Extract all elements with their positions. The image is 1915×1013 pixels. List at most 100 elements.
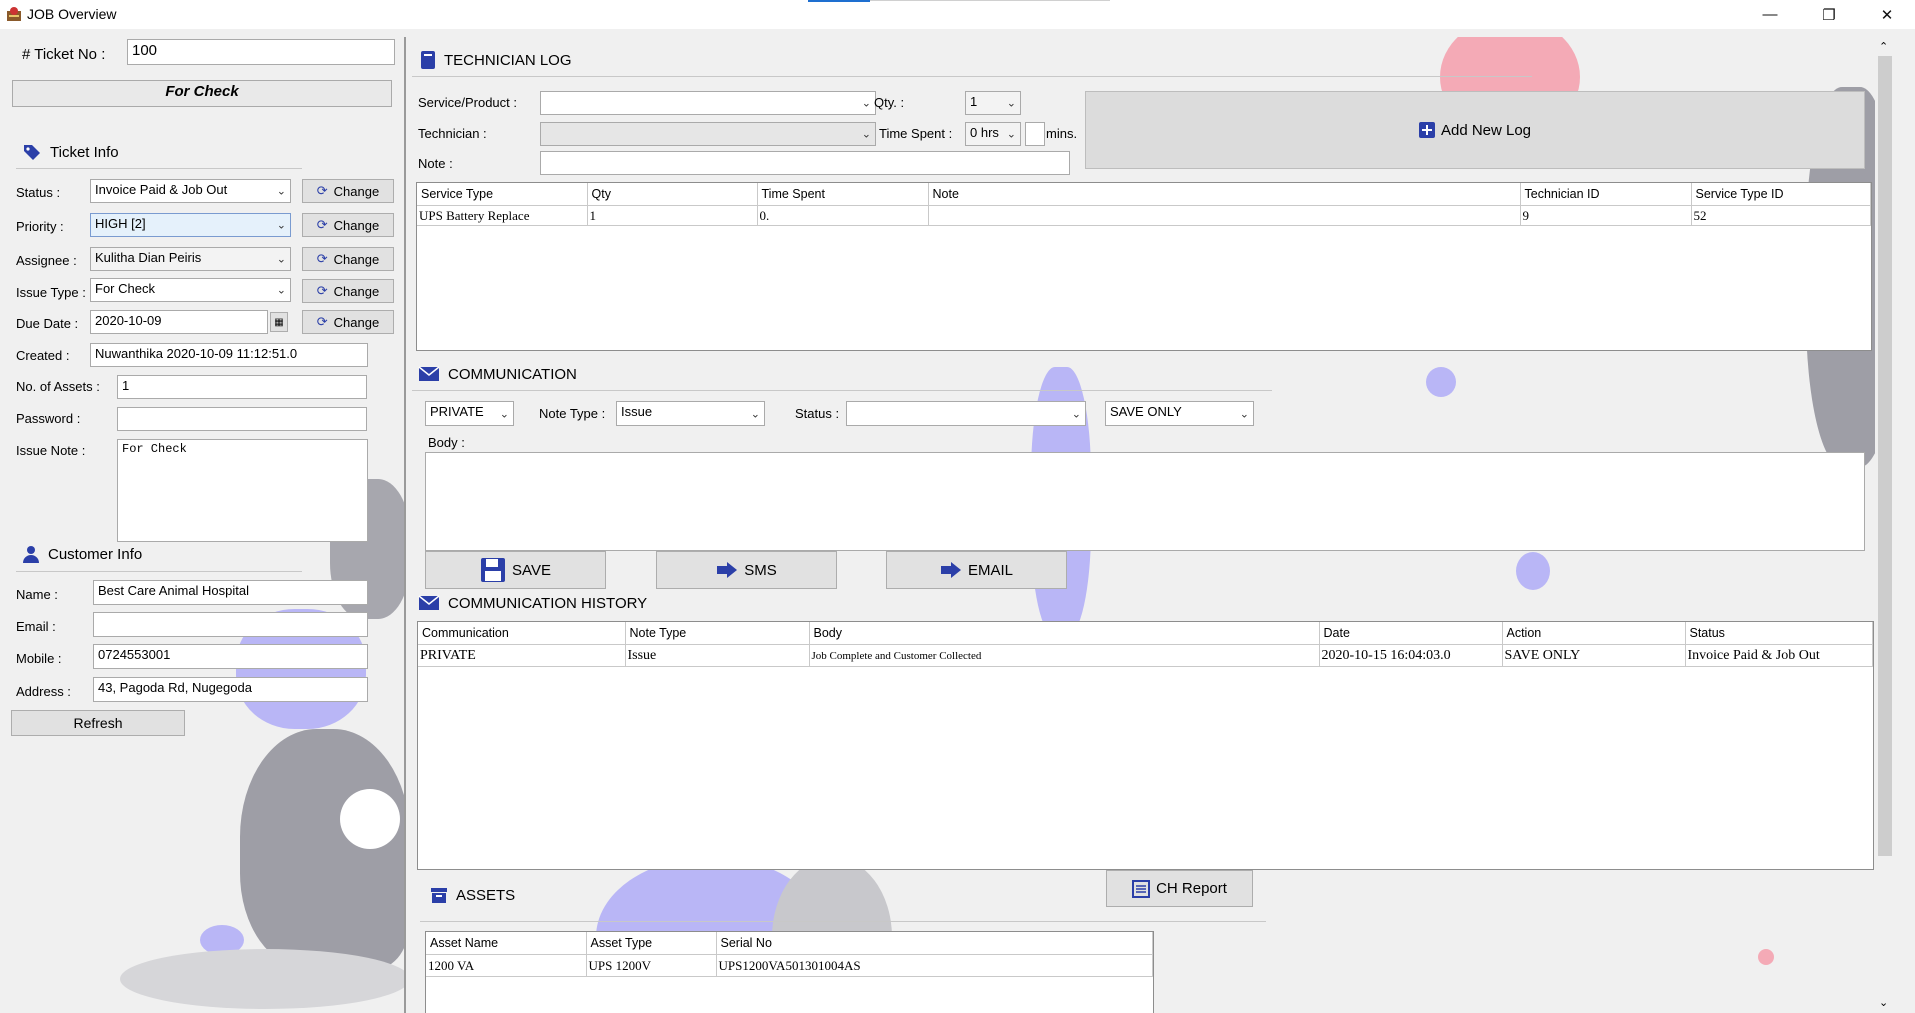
close-button[interactable]: ✕ <box>1864 0 1910 29</box>
column-header[interactable]: Technician ID <box>1520 183 1692 206</box>
column-header[interactable]: Service Type ID <box>1691 183 1871 206</box>
box-icon <box>431 888 447 903</box>
service-product-select[interactable]: ⌄ <box>540 91 876 115</box>
title-accent <box>808 0 870 2</box>
floppy-icon <box>481 558 506 582</box>
password-input[interactable] <box>117 407 367 431</box>
minimize-button[interactable]: — <box>1747 0 1793 29</box>
column-header[interactable]: Serial No <box>716 932 1153 955</box>
change-due-date-button[interactable]: ⟳ Change <box>302 310 394 334</box>
column-header[interactable]: Service Type <box>417 183 588 206</box>
column-header[interactable]: Note Type <box>625 622 810 645</box>
sms-button[interactable]: SMS <box>656 551 837 589</box>
title-bar: JOB Overview — ❐ ✕ <box>0 0 1915 29</box>
change-status-button[interactable]: ⟳ Change <box>302 179 394 203</box>
table-cell: Invoice Paid & Job Out <box>1685 644 1873 667</box>
note-type-select[interactable]: Issue ⌄ <box>616 401 765 426</box>
change-label: Change <box>333 251 380 267</box>
assets-title: ASSETS <box>456 886 516 904</box>
column-header[interactable]: Date <box>1319 622 1503 645</box>
calendar-button[interactable]: ▦ <box>270 312 288 332</box>
table-row[interactable]: PRIVATE Issue Job Complete and Customer Co… <box>418 644 1873 667</box>
qty-select[interactable]: 1 ⌄ <box>965 91 1021 115</box>
ticket-no-input[interactable]: 100 <box>127 39 395 65</box>
log-note-input[interactable] <box>540 151 1070 175</box>
priority-select[interactable]: HIGH [2] ⌄ <box>90 213 291 237</box>
column-header[interactable]: Note <box>928 183 1521 206</box>
refresh-icon: ⟳ <box>316 183 328 198</box>
column-header[interactable]: Qty <box>587 183 758 206</box>
ch-report-button[interactable]: CH Report <box>1106 870 1253 907</box>
time-spent-mins-input[interactable] <box>1025 122 1045 146</box>
table-header: Service Type Qty Time Spent Note Technician … <box>417 183 1871 206</box>
chevron-down-icon: ⌄ <box>1239 408 1249 420</box>
decor-blob <box>240 729 410 969</box>
email-button[interactable]: EMAIL <box>886 551 1067 589</box>
assets-table[interactable]: Asset Name Asset Type Serial No 1200 VA UPS… <box>425 931 1154 1013</box>
add-new-log-label: Add New Log <box>1440 121 1532 139</box>
body-label: Body : <box>428 435 465 450</box>
message-body-textarea[interactable] <box>425 452 1865 551</box>
customer-email-input[interactable] <box>93 612 368 637</box>
save-button[interactable]: SAVE <box>425 551 606 589</box>
assets-count-input[interactable]: 1 <box>117 375 367 399</box>
decor-blob <box>1758 949 1774 965</box>
communication-history-table[interactable]: Communication Note Type Body Date Action Stat… <box>417 621 1874 870</box>
refresh-button[interactable]: Refresh <box>11 710 185 736</box>
technician-log-title: TECHNICIAN LOG <box>444 51 572 69</box>
time-spent-hours-select[interactable]: 0 hrs ⌄ <box>965 122 1021 146</box>
customer-mobile-input[interactable]: 0724553001 <box>93 644 368 669</box>
technician-select[interactable]: ⌄ <box>540 122 876 146</box>
table-header: Asset Name Asset Type Serial No <box>426 932 1153 955</box>
column-header[interactable]: Asset Type <box>586 932 717 955</box>
column-header[interactable]: Communication <box>418 622 626 645</box>
scrollbar-thumb[interactable] <box>1878 56 1892 856</box>
add-new-log-button[interactable]: Add New Log <box>1085 91 1865 169</box>
user-icon <box>23 546 39 563</box>
communication-history-title: COMMUNICATION HISTORY <box>448 594 648 612</box>
column-header[interactable]: Body <box>809 622 1320 645</box>
technician-log-table[interactable]: Service Type Qty Time Spent Note Technician … <box>416 182 1872 351</box>
table-cell: 0. <box>757 205 929 226</box>
due-date-input[interactable]: 2020-10-09 <box>90 310 268 334</box>
priority-value: HIGH [2] <box>95 216 146 231</box>
table-cell: 1200 VA <box>426 954 587 977</box>
refresh-icon: ⟳ <box>316 283 328 298</box>
maximize-button[interactable]: ❐ <box>1806 0 1852 29</box>
chevron-down-icon: ⌄ <box>1006 97 1016 110</box>
column-header[interactable]: Status <box>1685 622 1873 645</box>
status-select[interactable]: Invoice Paid & Job Out ⌄ <box>90 179 291 203</box>
ticket-info-heading: Ticket Info <box>22 143 119 161</box>
table-cell: 1 <box>587 205 758 226</box>
table-row[interactable]: 1200 VA UPS 1200V UPS1200VA501301004AS <box>426 954 1153 977</box>
calendar-icon: ▦ <box>274 316 284 328</box>
change-issue-type-button[interactable]: ⟳ Change <box>302 279 394 303</box>
column-header[interactable]: Time Spent <box>757 183 929 206</box>
column-header[interactable]: Asset Name <box>426 932 587 955</box>
mail-icon <box>418 595 440 610</box>
issue-type-select[interactable]: For Check ⌄ <box>90 278 291 302</box>
visibility-select[interactable]: PRIVATE ⌄ <box>425 401 514 426</box>
chevron-down-icon: ⌄ <box>861 97 871 110</box>
send-mode-select[interactable]: SAVE ONLY ⌄ <box>1105 401 1254 426</box>
chevron-down-icon: ⌄ <box>276 185 286 198</box>
customer-address-input[interactable]: 43, Pagoda Rd, Nugegoda <box>93 677 368 702</box>
sms-label: SMS <box>744 561 777 579</box>
table-row[interactable]: UPS Battery Replace 1 0. 9 52 <box>417 205 1871 226</box>
issue-note-textarea[interactable]: For Check <box>117 439 368 542</box>
comm-status-select[interactable]: ⌄ <box>846 401 1086 426</box>
table-cell: UPS1200VA501301004AS <box>716 954 1153 977</box>
change-assignee-button[interactable]: ⟳ Change <box>302 247 394 271</box>
scroll-up-icon[interactable]: ⌃ <box>1879 40 1888 53</box>
scroll-down-icon[interactable]: ⌄ <box>1879 996 1888 1009</box>
tag-icon <box>24 145 40 160</box>
change-priority-button[interactable]: ⟳ Change <box>302 213 394 237</box>
issue-type-value: For Check <box>95 281 155 296</box>
table-cell: Issue <box>625 644 810 667</box>
customer-name-input[interactable]: Best Care Animal Hospital <box>93 580 368 605</box>
column-header[interactable]: Action <box>1502 622 1686 645</box>
book-icon <box>421 51 435 69</box>
refresh-icon: ⟳ <box>316 217 328 232</box>
assignee-select[interactable]: Kulitha Dian Peiris ⌄ <box>90 247 291 271</box>
title-accent-line <box>870 0 1110 1</box>
